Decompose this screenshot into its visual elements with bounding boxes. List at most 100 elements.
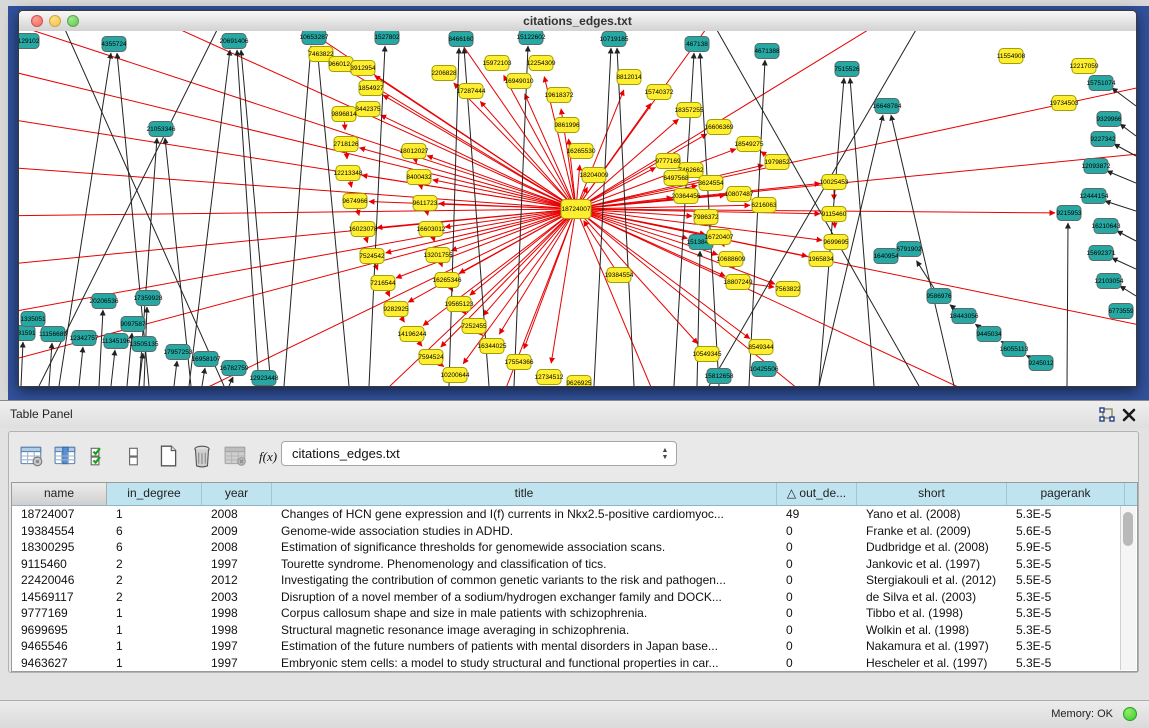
graph-node[interactable]: 9227342 [1090,132,1116,147]
graph-node[interactable]: 10719185 [600,32,629,47]
graph-node[interactable]: 1527802 [374,31,400,45]
delete-icon[interactable] [187,441,217,471]
table-row[interactable]: 1872400712008Changes of HCN gene express… [12,506,1137,523]
graph-node[interactable]: 15751074 [1087,76,1116,91]
graph-node[interactable]: 9896814 [331,107,357,122]
close-panel-icon[interactable] [1121,407,1137,423]
minimize-window-button[interactable] [49,15,61,27]
graph-node[interactable]: 16055113 [1000,342,1029,357]
graph-node[interactable]: 12923448 [250,371,279,386]
graph-node[interactable]: 3912954 [350,61,376,76]
graph-node[interactable]: 12093872 [1082,159,1111,174]
graph-node[interactable]: 17287444 [457,84,486,99]
graph-node[interactable]: 16648784 [873,99,902,114]
graph-node[interactable]: 10807487 [725,187,754,202]
graph-node[interactable]: 9586976 [926,289,952,304]
graph-node[interactable]: 20206536 [90,294,119,309]
graph-node[interactable]: 15692371 [1087,246,1116,261]
graph-node[interactable]: 6791902 [896,242,922,257]
graph-node[interactable]: 17359928 [134,291,163,306]
graph-node[interactable]: 3624554 [698,176,724,191]
graph-node[interactable]: 8400432 [406,170,432,185]
graph-node[interactable]: 18204009 [580,168,609,183]
graph-node[interactable]: 16958107 [192,352,221,367]
graph-node[interactable]: 19618372 [545,88,574,103]
graph-node[interactable]: 18443056 [950,309,979,324]
graph-node[interactable]: 12734512 [535,370,564,385]
graph-node[interactable]: 7594524 [418,350,444,365]
graph-node[interactable]: 6773559 [1108,304,1134,319]
graph-node[interactable]: 10549345 [693,347,722,362]
graph-node[interactable]: 13505135 [130,337,159,352]
graph-node[interactable]: 8549344 [748,340,774,355]
graph-node[interactable]: 20691406 [220,34,249,49]
graph-node[interactable]: 16949010 [505,74,534,89]
graph-node[interactable]: 20364456 [672,189,701,204]
graph-node[interactable]: 18549275 [735,137,764,152]
graph-node[interactable]: 1979852 [764,155,790,170]
graph-node[interactable]: 16782759 [220,361,249,376]
graph-node[interactable]: 9329966 [1096,112,1122,127]
graph-node[interactable]: 7515526 [834,62,860,77]
graph-node[interactable]: 19734503 [1050,96,1079,111]
graph-node[interactable]: 19565123 [445,297,474,312]
graph-node[interactable]: 15812658 [705,369,734,384]
graph-node[interactable]: 16023078 [349,222,378,237]
graph-node[interactable]: 10688609 [717,252,746,267]
graph-node[interactable]: 2206828 [431,66,457,81]
column-header-title[interactable]: title [272,483,777,505]
graph-node[interactable]: 9861996 [554,118,580,133]
graph-node[interactable]: 11345196 [102,334,131,349]
table-settings-icon[interactable] [17,441,47,471]
graph-node[interactable]: 7216544 [370,276,396,291]
graph-node[interactable]: 12217059 [1070,59,1099,74]
zoom-window-button[interactable] [67,15,79,27]
graph-node[interactable]: 6497568 [663,171,689,186]
graph-node[interactable]: 19384554 [605,268,634,283]
graph-node[interactable]: 18724007 [561,200,591,219]
table-row[interactable]: 1938455462009Genome-wide association stu… [12,523,1137,540]
graph-node[interactable]: 16210643 [1092,219,1121,234]
column-header-short[interactable]: short [857,483,1007,505]
graph-node[interactable]: 9282925 [383,302,409,317]
graph-node[interactable]: 9245012 [1028,356,1054,371]
table-vertical-scrollbar[interactable] [1120,506,1136,670]
graph-node[interactable]: 15972103 [483,56,512,71]
graph-node[interactable]: 21053346 [147,122,176,137]
check-all-icon[interactable] [85,441,115,471]
graph-node[interactable]: 15122602 [517,31,546,45]
table-row[interactable]: 946362711997Embryonic stem cells: a mode… [12,655,1137,672]
graph-node[interactable]: 4355724 [101,37,127,52]
table-row[interactable]: 946554611997Estimation of the future num… [12,638,1137,655]
graph-node[interactable]: 16720407 [705,230,734,245]
graph-node[interactable]: 10425506 [750,362,779,377]
graph-node[interactable]: 9215953 [1056,206,1082,221]
float-panel-icon[interactable] [1099,407,1115,423]
graph-node[interactable]: 1335051 [20,312,46,327]
graph-node[interactable]: 12254309 [527,56,556,71]
graph-node[interactable]: 10025453 [820,175,849,190]
graph-node[interactable]: 12342757 [70,331,99,346]
graph-node[interactable]: 14196244 [398,327,427,342]
graph-node[interactable]: 17554366 [505,355,534,370]
graph-node[interactable]: 17957253 [164,345,193,360]
graph-node[interactable]: 18357255 [675,103,704,118]
table-selector-dropdown[interactable]: citations_edges.txt ▲▼ [281,441,677,466]
graph-node[interactable]: 9777169 [655,154,681,169]
graph-node[interactable]: 1640954 [873,249,899,264]
graph-node[interactable]: 9626925 [566,376,592,387]
graph-node[interactable]: 1965834 [808,252,834,267]
graph-node[interactable]: 9115460 [822,207,847,222]
graph-node[interactable]: 4671388 [754,44,780,59]
graph-node[interactable]: 16265530 [567,144,596,159]
graph-node[interactable]: 18807249 [724,275,753,290]
column-header-name[interactable]: name [12,483,107,505]
window-title-bar[interactable]: citations_edges.txt [19,11,1136,32]
select-column-icon[interactable] [51,441,81,471]
table-row[interactable]: 911546021997Tourette syndrome. Phenomeno… [12,556,1137,573]
graph-node[interactable]: 3931591 [19,326,36,341]
new-file-icon[interactable] [153,441,183,471]
graph-node[interactable]: 9097587 [120,317,146,332]
graph-node[interactable]: 7563822 [775,282,801,297]
column-header-in_degree[interactable]: in_degree [107,483,202,505]
